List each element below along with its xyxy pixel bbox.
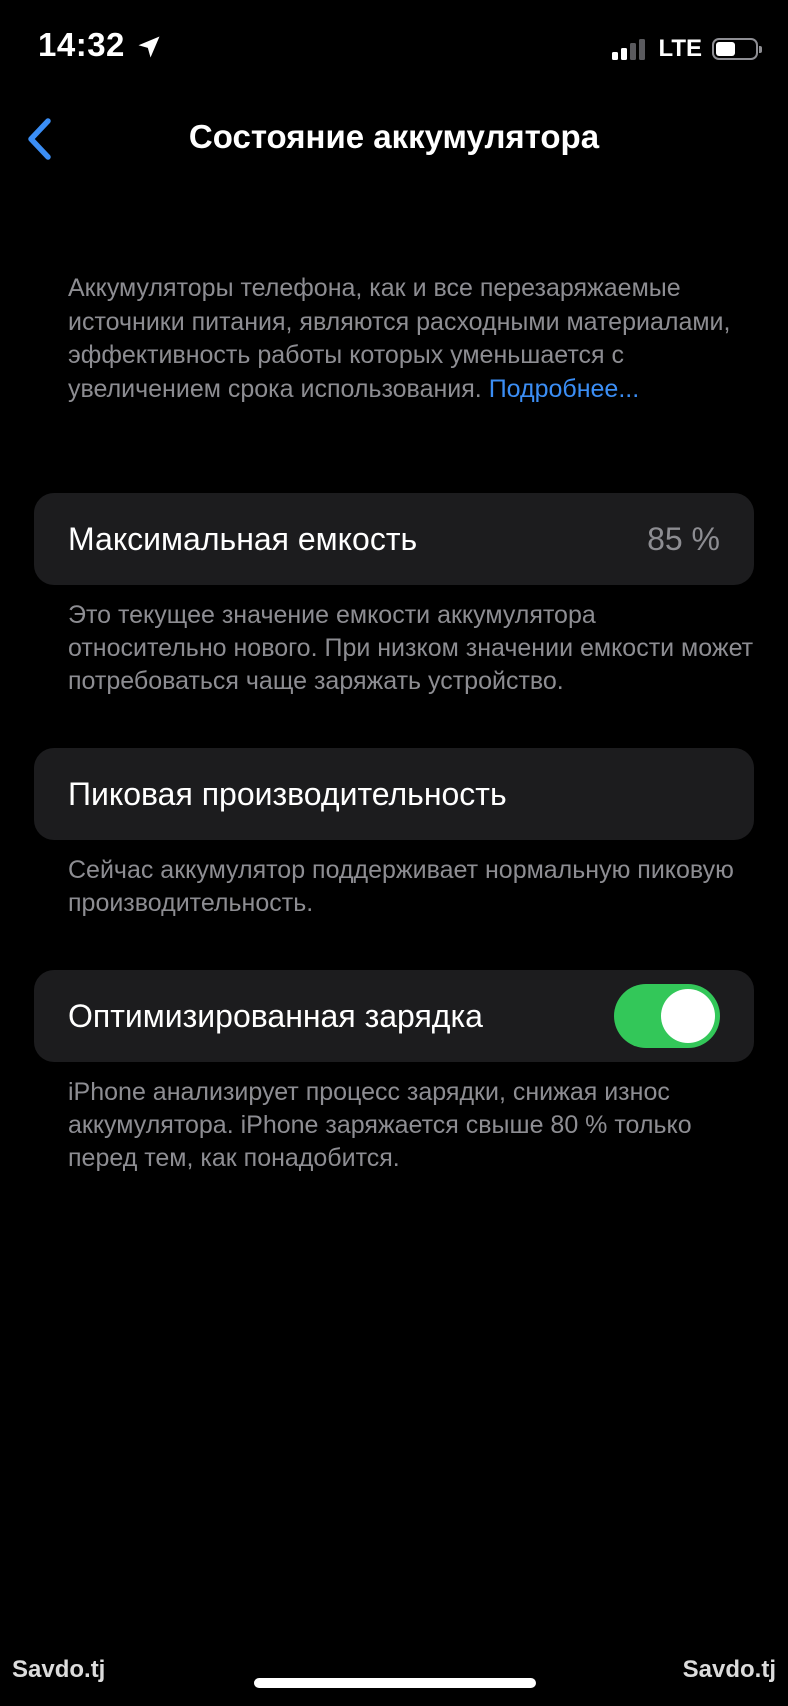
toggle-knob	[661, 989, 715, 1043]
status-time-text: 14:32	[38, 26, 125, 63]
peak-performance-footer: Сейчас аккумулятор поддерживает нормальн…	[68, 856, 734, 917]
signal-bar	[612, 52, 619, 60]
signal-bar	[621, 47, 628, 60]
optimized-charging-footer: iPhone анализирует процесс зарядки, сниж…	[68, 1078, 692, 1172]
watermark-left: Savdo.tj	[12, 1656, 106, 1683]
learn-more-link[interactable]: Подробнее...	[489, 375, 640, 403]
battery-icon	[712, 38, 762, 60]
status-time: 14:32	[38, 26, 163, 64]
watermark-right: Savdo.tj	[682, 1656, 776, 1683]
max-capacity-footer: Это текущее значение емкости аккумулятор…	[68, 601, 754, 695]
network-type-label: LTE	[658, 35, 702, 62]
battery-level-fill	[716, 42, 735, 56]
intro-description: Аккумуляторы телефона, как и все перезар…	[68, 272, 754, 406]
page-title: Состояние аккумулятора	[188, 118, 600, 155]
status-indicators: LTE	[612, 34, 762, 64]
battery-health-content: Аккумуляторы телефона, как и все перезар…	[0, 272, 788, 1175]
max-capacity-label: Максимальная емкость	[68, 520, 418, 557]
signal-bar	[630, 43, 637, 60]
peak-performance-label: Пиковая производительность	[68, 775, 507, 812]
location-arrow-icon	[135, 31, 163, 59]
navigation-bar: Состояние аккумулятора	[0, 100, 788, 180]
home-indicator[interactable]	[254, 1678, 536, 1688]
max-capacity-cell: Максимальная емкость 85 %	[34, 493, 754, 585]
optimized-charging-toggle[interactable]	[614, 984, 720, 1048]
signal-bar	[639, 38, 646, 60]
status-bar: 14:32 LTE	[0, 0, 788, 100]
cellular-signal-icon	[612, 38, 648, 60]
peak-performance-cell: Пиковая производительность	[34, 748, 754, 840]
optimized-charging-label: Оптимизированная зарядка	[68, 997, 483, 1034]
optimized-charging-cell: Оптимизированная зарядка	[34, 970, 754, 1062]
max-capacity-value: 85 %	[647, 520, 720, 557]
battery-tip	[759, 46, 762, 53]
